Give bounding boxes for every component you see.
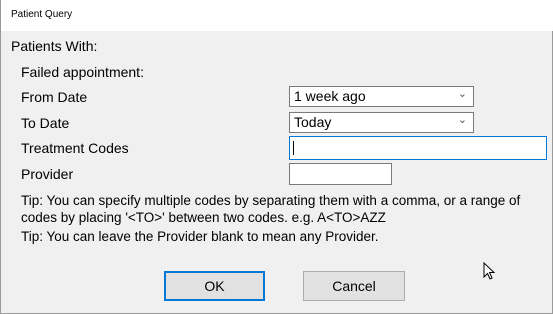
provider-label: Provider	[21, 166, 74, 182]
text-caret	[293, 141, 294, 155]
from-date-label: From Date	[21, 89, 88, 105]
section-label: Patients With:	[11, 38, 98, 54]
title-bar[interactable]: Patient Query	[1, 0, 553, 31]
provider-input[interactable]	[289, 163, 392, 185]
from-date-value: 1 week ago	[294, 88, 366, 104]
treatment-codes-label: Treatment Codes	[21, 140, 129, 156]
to-date-value: Today	[294, 114, 332, 130]
chevron-down-icon: ⌄	[457, 88, 467, 100]
treatment-codes-input[interactable]	[289, 136, 547, 160]
cancel-button[interactable]: Cancel	[303, 271, 405, 301]
to-date-dropdown[interactable]: Today ⌄	[289, 112, 474, 133]
chevron-down-icon: ⌄	[457, 114, 467, 126]
tip-codes: Tip: You can specify multiple codes by s…	[21, 193, 521, 225]
window-title: Patient Query	[11, 9, 73, 20]
criterion-label: Failed appointment:	[21, 64, 144, 80]
from-date-dropdown[interactable]: 1 week ago ⌄	[289, 86, 474, 107]
tip-provider: Tip: You can leave the Provider blank to…	[21, 229, 379, 244]
patient-query-dialog: Patient Query Patients With: Failed appo…	[0, 0, 553, 314]
mouse-pointer-icon	[483, 262, 496, 280]
to-date-label: To Date	[21, 115, 70, 131]
ok-button[interactable]: OK	[164, 271, 265, 301]
